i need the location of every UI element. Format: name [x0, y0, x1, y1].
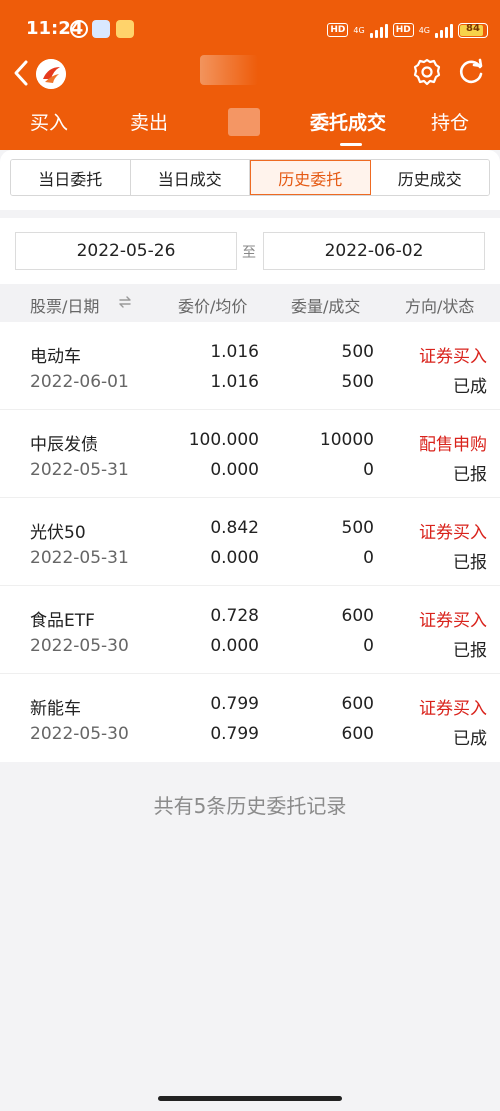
alarm-icon — [70, 20, 88, 38]
tab-active-indicator — [340, 143, 362, 146]
order-date: 2022-05-31 — [30, 548, 129, 568]
segment-history-orders[interactable]: 历史委托 — [250, 160, 371, 195]
account-title-redacted — [200, 55, 258, 85]
order-direction: 证券买入 — [419, 611, 487, 631]
app-notification-icon-2 — [116, 20, 134, 38]
stock-name: 食品ETF — [30, 611, 95, 631]
header-price: 委价/均价 — [178, 297, 248, 316]
order-qty: 500 — [341, 518, 374, 538]
average-price: 0.000 — [210, 460, 259, 480]
chevron-left-icon[interactable] — [10, 58, 32, 88]
filled-qty: 0 — [363, 548, 374, 568]
order-status: 已成 — [453, 377, 487, 397]
battery-icon: 84 — [458, 22, 488, 38]
segment-today-trades[interactable]: 当日成交 — [130, 160, 250, 195]
date-separator: 至 — [242, 245, 256, 261]
gear-icon[interactable] — [412, 57, 442, 87]
order-status: 已报 — [453, 465, 487, 485]
table-row[interactable]: 电动车 2022-06-01 1.016 1.016 500 500 证券买入 … — [0, 322, 500, 410]
order-status: 已报 — [453, 553, 487, 573]
order-date: 2022-05-30 — [30, 636, 129, 656]
signal-icon — [369, 22, 388, 38]
order-qty: 600 — [341, 694, 374, 714]
segment-today-orders[interactable]: 当日委托 — [11, 160, 131, 195]
order-status: 已成 — [453, 729, 487, 749]
table-row[interactable]: 光伏50 2022-05-31 0.842 0.000 500 0 证券买入 已… — [0, 498, 500, 586]
order-direction: 配售申购 — [419, 435, 487, 455]
stock-name: 光伏50 — [30, 523, 86, 543]
battery-level: 84 — [466, 22, 480, 34]
nav-row — [0, 52, 500, 96]
average-price: 0.000 — [210, 548, 259, 568]
main-tabs: 买入 卖出 委托成交 持仓 — [0, 108, 500, 148]
order-price: 0.842 — [210, 518, 259, 538]
order-price: 0.799 — [210, 694, 259, 714]
table-header: 股票/日期 委价/均价 委量/成交 方向/状态 — [0, 284, 500, 322]
tab-orders[interactable]: 委托成交 — [310, 108, 386, 135]
header-direction: 方向/状态 — [405, 297, 475, 316]
tab-buy[interactable]: 买入 — [30, 108, 68, 135]
header-bar: 11:24 HD 4G HD 4G 84 买入 卖出 委托成交 持仓 — [0, 0, 500, 150]
order-price: 1.016 — [210, 342, 259, 362]
network-label: 4G — [353, 25, 365, 35]
network-label-2: 4G — [418, 25, 430, 35]
start-date-field[interactable]: 2022-05-26 — [15, 232, 237, 270]
header-qty: 委量/成交 — [291, 297, 361, 316]
average-price: 0.000 — [210, 636, 259, 656]
header-stock-date: 股票/日期 — [30, 297, 100, 316]
signal-icon-2 — [435, 22, 453, 38]
home-indicator[interactable] — [158, 1096, 342, 1101]
stock-name: 电动车 — [30, 347, 81, 367]
table-row[interactable]: 中辰发债 2022-05-31 100.000 0.000 10000 0 配售… — [0, 410, 500, 498]
order-direction: 证券买入 — [419, 523, 487, 543]
stock-name: 中辰发债 — [30, 435, 98, 455]
tab-redacted — [228, 108, 260, 136]
date-range-row: 2022-05-26 至 2022-06-02 — [0, 218, 500, 284]
order-qty: 500 — [341, 342, 374, 362]
order-price: 0.728 — [210, 606, 259, 626]
status-right: HD 4G HD 4G 84 — [327, 20, 488, 40]
order-list: 电动车 2022-06-01 1.016 1.016 500 500 证券买入 … — [0, 322, 500, 762]
average-price: 1.016 — [210, 372, 259, 392]
filled-qty: 600 — [341, 724, 374, 744]
order-date: 2022-06-01 — [30, 372, 129, 392]
end-date-field[interactable]: 2022-06-02 — [263, 232, 485, 270]
segment-history-trades[interactable]: 历史成交 — [370, 160, 489, 195]
refresh-icon[interactable] — [456, 57, 486, 87]
order-direction: 证券买入 — [419, 347, 487, 367]
order-qty: 600 — [341, 606, 374, 626]
order-price: 100.000 — [188, 430, 259, 450]
swap-icon[interactable] — [118, 295, 132, 309]
filled-qty: 0 — [363, 636, 374, 656]
order-date: 2022-05-30 — [30, 724, 129, 744]
app-notification-icon — [92, 20, 110, 38]
segment-panel: 当日委托 当日成交 历史委托 历史成交 — [0, 150, 500, 210]
tab-sell[interactable]: 卖出 — [130, 108, 168, 135]
filled-qty: 0 — [363, 460, 374, 480]
order-status: 已报 — [453, 641, 487, 661]
average-price: 0.799 — [210, 724, 259, 744]
table-row[interactable]: 新能车 2022-05-30 0.799 0.799 600 600 证券买入 … — [0, 674, 500, 762]
segment-control: 当日委托 当日成交 历史委托 历史成交 — [10, 159, 490, 196]
stock-name: 新能车 — [30, 699, 81, 719]
order-date: 2022-05-31 — [30, 460, 129, 480]
status-bar: 11:24 HD 4G HD 4G 84 — [0, 0, 500, 60]
hd-badge-2: HD — [392, 23, 414, 37]
record-count-note: 共有5条历史委托记录 — [153, 794, 347, 818]
order-qty: 10000 — [319, 430, 374, 450]
table-row[interactable]: 食品ETF 2022-05-30 0.728 0.000 600 0 证券买入 … — [0, 586, 500, 674]
hd-badge: HD — [327, 23, 349, 37]
filled-qty: 500 — [341, 372, 374, 392]
app-logo-icon — [36, 59, 66, 89]
order-direction: 证券买入 — [419, 699, 487, 719]
tab-positions[interactable]: 持仓 — [431, 108, 469, 135]
